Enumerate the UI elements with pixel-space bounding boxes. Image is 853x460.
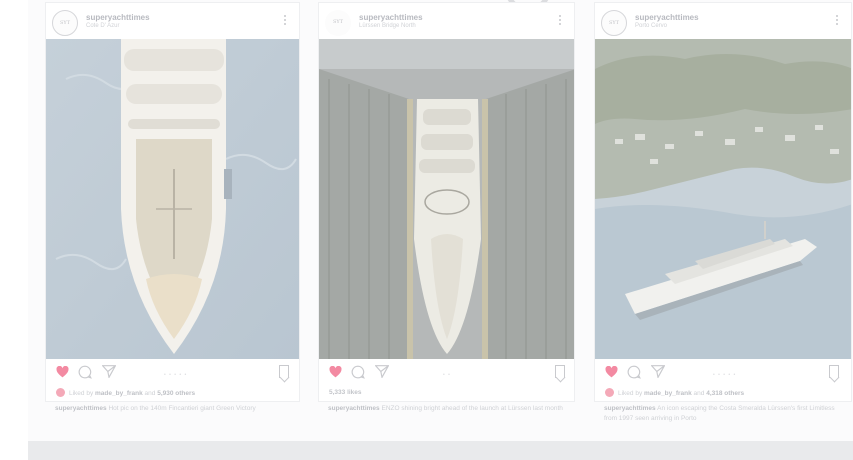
post-header: SYT superyachttimes Lürssen Bridge North: [319, 3, 574, 39]
avatar[interactable]: SYT: [325, 10, 351, 36]
liked-by-row: Liked by made_by_frank and 5,930 others: [56, 388, 195, 397]
post-header: SYT superyachttimes Porto Cervo: [595, 3, 851, 39]
more-dots-icon[interactable]: [558, 15, 562, 27]
more-dots-icon[interactable]: [835, 15, 839, 27]
post-card-3: SYT superyachttimes Porto Cervo • • • • …: [594, 2, 852, 402]
post-username[interactable]: superyachttimes: [635, 13, 699, 22]
more-dots-icon[interactable]: [283, 15, 287, 27]
carousel-dots: • •: [443, 372, 451, 378]
carousel-dots: • • • • •: [164, 372, 188, 378]
post-location[interactable]: Cote D' Azur: [86, 23, 120, 29]
post-card-1: SYT superyachttimes Cote D' Azur • • • •…: [45, 2, 300, 402]
liked-by-avatar: [56, 388, 65, 397]
post-photo-yacht-aerial[interactable]: [46, 39, 299, 359]
liked-by-user[interactable]: made_by_frank: [95, 390, 143, 397]
post-header: SYT superyachttimes Cote D' Azur: [46, 3, 299, 39]
caption-username[interactable]: superyachttimes: [328, 405, 380, 412]
paper-plane-icon[interactable]: [101, 365, 117, 383]
post-caption-3: superyachttimes An icon escaping the Cos…: [604, 405, 835, 422]
comment-icon[interactable]: [78, 365, 92, 384]
post-actions: • • • • •: [46, 365, 299, 385]
post-location[interactable]: Porto Cervo: [635, 23, 667, 29]
post-location[interactable]: Lürssen Bridge North: [359, 23, 416, 29]
liked-by-user[interactable]: made_by_frank: [644, 390, 692, 397]
heart-icon[interactable]: [56, 365, 69, 383]
comment-icon[interactable]: [351, 365, 365, 384]
heart-icon[interactable]: [605, 365, 618, 383]
likes-count[interactable]: 5,333 likes: [329, 389, 362, 396]
bookmark-icon[interactable]: [279, 365, 289, 378]
liked-by-others[interactable]: 4,318 others: [706, 390, 744, 397]
paper-plane-icon[interactable]: [650, 365, 666, 383]
post-card-2: SYT superyachttimes Lürssen Bridge North: [318, 2, 575, 402]
bookmark-icon[interactable]: [555, 365, 565, 378]
post-caption-1: superyachttimes Hot pic on the 140m Finc…: [55, 405, 256, 412]
post-photo-yacht-harbour[interactable]: [595, 39, 851, 359]
post-actions: • • • • •: [595, 365, 851, 385]
carousel-dots: • • • • •: [713, 372, 737, 378]
post-username[interactable]: superyachttimes: [86, 13, 150, 22]
post-caption-2: superyachttimes ENZO shining bright ahea…: [328, 405, 563, 412]
paper-plane-icon[interactable]: [374, 365, 390, 383]
post-photo-yacht-shed[interactable]: [319, 39, 574, 359]
caption-username[interactable]: superyachttimes: [604, 405, 656, 412]
liked-by-row: Liked by made_by_frank and 4,318 others: [605, 388, 744, 397]
comment-icon[interactable]: [627, 365, 641, 384]
post-actions: • •: [319, 365, 574, 385]
bookmark-icon[interactable]: [829, 365, 839, 378]
avatar[interactable]: SYT: [601, 10, 627, 36]
post-username[interactable]: superyachttimes: [359, 13, 423, 22]
heart-icon[interactable]: [329, 365, 342, 383]
caption-username[interactable]: superyachttimes: [55, 405, 107, 412]
liked-by-avatar: [605, 388, 614, 397]
footer-band: [28, 441, 853, 460]
liked-by-others[interactable]: 5,930 others: [157, 390, 195, 397]
avatar[interactable]: SYT: [52, 10, 78, 36]
